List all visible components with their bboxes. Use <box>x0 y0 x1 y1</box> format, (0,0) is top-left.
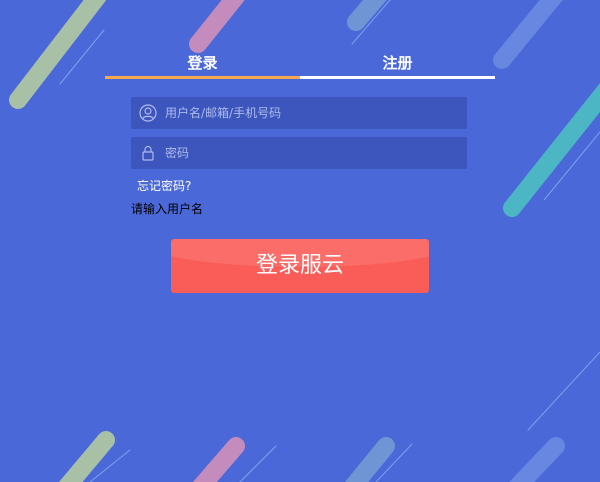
decor-stripe <box>9 0 107 109</box>
decor-thin-line <box>239 445 277 482</box>
decor-stripe <box>193 437 245 482</box>
tab-login-underline <box>105 76 300 79</box>
decor-stripe <box>509 437 565 482</box>
decor-thin-line <box>527 351 600 431</box>
password-field <box>131 137 467 169</box>
decor-stripe <box>493 0 563 69</box>
username-input[interactable] <box>165 97 455 129</box>
forgot-password-link[interactable]: 忘记密码? <box>137 177 191 194</box>
login-button-label: 登录服云 <box>255 253 344 278</box>
decor-stripe <box>189 0 245 53</box>
error-message: 请输入用户名 <box>131 202 204 216</box>
decor-stripe <box>347 0 387 31</box>
tab-register-underline <box>300 76 495 79</box>
decor-stripe <box>58 431 115 482</box>
decor-stripe <box>503 83 600 217</box>
login-button[interactable]: 登录服云 <box>171 239 429 293</box>
tab-register[interactable]: 注册 <box>300 52 495 76</box>
username-field <box>131 97 467 129</box>
user-icon <box>139 104 157 122</box>
tab-login[interactable]: 登录 <box>105 52 300 76</box>
password-input[interactable] <box>165 137 455 169</box>
lock-icon <box>142 145 154 161</box>
auth-tabs: 登录 注册 <box>105 52 495 80</box>
